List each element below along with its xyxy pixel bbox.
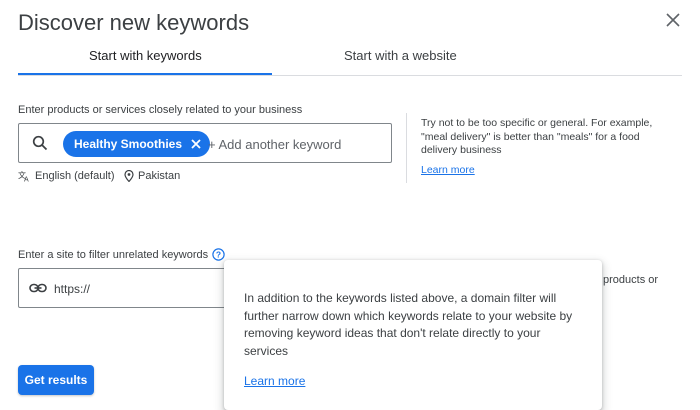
get-results-button[interactable]: Get results	[18, 365, 94, 395]
dialog-title: Discover new keywords	[18, 10, 250, 35]
hint-divider	[406, 113, 407, 183]
tab-start-with-keywords[interactable]: Start with keywords	[89, 48, 202, 63]
chip-remove-icon[interactable]	[190, 138, 202, 150]
site-url-placeholder: https://	[54, 282, 91, 296]
link-icon	[29, 283, 47, 293]
site-hint-text-partial: products or	[603, 274, 659, 286]
learn-more-link[interactable]: Learn more	[421, 164, 475, 176]
language-selector[interactable]: 文 A English (default)	[18, 170, 115, 182]
tab-divider	[18, 75, 682, 76]
keyword-hint-text: Try not to be too specific or general. F…	[421, 117, 653, 156]
tooltip-learn-more-link[interactable]: Learn more	[244, 374, 305, 388]
location-pin-icon	[124, 170, 134, 182]
help-icon[interactable]: ?	[212, 248, 225, 261]
keyword-chip[interactable]: Healthy Smoothies	[63, 131, 211, 157]
active-tab-indicator	[18, 73, 272, 75]
svg-text:A: A	[24, 177, 29, 183]
location-selector[interactable]: Pakistan	[124, 170, 180, 182]
site-filter-label: Enter a site to filter unrelated keyword…	[18, 248, 209, 261]
tab-start-with-website[interactable]: Start with a website	[344, 48, 457, 63]
language-label: English (default)	[35, 170, 115, 182]
keywords-label: Enter products or services closely relat…	[18, 104, 303, 116]
location-label: Pakistan	[138, 170, 181, 182]
translate-icon: 文 A	[18, 170, 29, 183]
close-icon[interactable]	[663, 10, 683, 30]
site-filter-label-row: Enter a site to filter unrelated keyword…	[18, 248, 225, 261]
svg-text:?: ?	[216, 249, 221, 259]
tooltip-text: In addition to the keywords listed above…	[244, 291, 573, 358]
domain-filter-tooltip: In addition to the keywords listed above…	[224, 260, 602, 410]
add-keyword-field[interactable]: + Add another keyword	[208, 137, 341, 152]
search-icon	[32, 135, 48, 151]
keyword-chip-label: Healthy Smoothies	[74, 137, 183, 151]
